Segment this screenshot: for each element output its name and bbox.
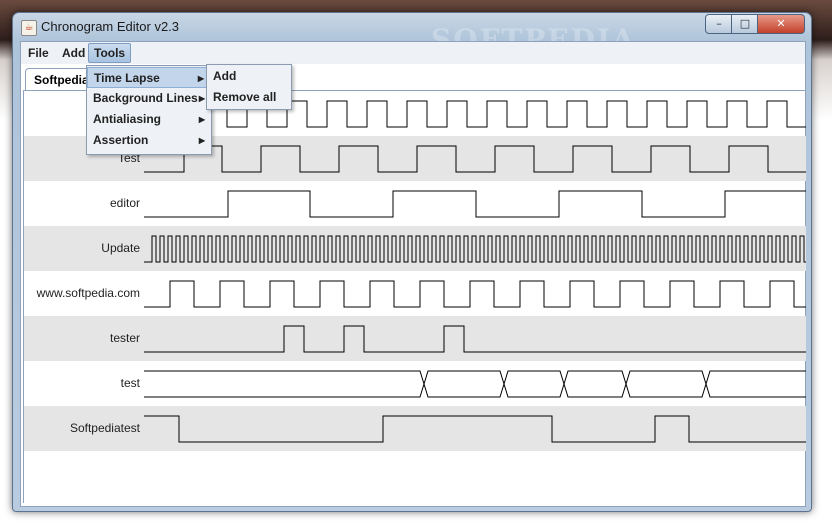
signal-row[interactable]: tester bbox=[24, 316, 806, 361]
signal-row[interactable]: test bbox=[24, 361, 806, 406]
waveform-line bbox=[144, 370, 806, 398]
java-app-icon: ☕ bbox=[21, 20, 37, 36]
tools-dropdown: Time Lapse ▶ Background Lines ▶ Antialia… bbox=[86, 65, 212, 155]
menu-item-time-lapse[interactable]: Time Lapse ▶ bbox=[87, 67, 211, 88]
waveform-line bbox=[144, 190, 806, 218]
submenu-item-remove-all[interactable]: Remove all bbox=[213, 87, 276, 108]
menu-file[interactable]: File bbox=[23, 44, 54, 62]
submenu-arrow-icon: ▶ bbox=[197, 74, 204, 83]
signal-row[interactable]: editor bbox=[24, 181, 806, 226]
submenu-arrow-icon: ▶ bbox=[198, 115, 205, 124]
menu-add[interactable]: Add bbox=[57, 44, 90, 62]
signal-waveform[interactable] bbox=[24, 226, 806, 271]
title-bar[interactable]: ☕ Chronogram Editor v2.3 SOFTPEDIA – □ ✕ bbox=[13, 13, 811, 56]
signal-row[interactable]: Softpediatest bbox=[24, 406, 806, 451]
menu-item-background-lines[interactable]: Background Lines ▶ bbox=[87, 88, 211, 109]
minimize-button[interactable]: – bbox=[705, 14, 733, 34]
tab-softpedia[interactable]: Softpedia bbox=[25, 68, 91, 90]
window-title: Chronogram Editor v2.3 bbox=[41, 19, 180, 34]
close-button[interactable]: ✕ bbox=[757, 14, 805, 34]
waveform-line bbox=[144, 280, 806, 308]
signal-waveform[interactable] bbox=[24, 271, 806, 316]
menu-tools[interactable]: Tools bbox=[88, 43, 132, 63]
signal-waveform[interactable] bbox=[24, 406, 806, 451]
maximize-button[interactable]: □ bbox=[731, 14, 759, 34]
waveform-line bbox=[144, 145, 806, 173]
waveform-line bbox=[144, 325, 806, 353]
submenu-arrow-icon: ▶ bbox=[198, 94, 205, 103]
signal-row[interactable]: Update bbox=[24, 226, 806, 271]
submenu-arrow-icon: ▶ bbox=[198, 136, 205, 145]
signal-waveform[interactable] bbox=[24, 361, 806, 406]
waveform-line bbox=[144, 370, 806, 398]
signal-waveform[interactable] bbox=[24, 181, 806, 226]
submenu-item-add[interactable]: Add bbox=[213, 66, 236, 87]
waveform-line bbox=[144, 235, 806, 263]
time-lapse-submenu: Add Remove all bbox=[206, 64, 292, 110]
menu-item-assertion[interactable]: Assertion ▶ bbox=[87, 130, 211, 151]
signal-row[interactable]: www.softpedia.com bbox=[24, 271, 806, 316]
menu-item-antialiasing[interactable]: Antialiasing ▶ bbox=[87, 109, 211, 130]
menu-bar: File Add Tools bbox=[21, 42, 805, 65]
waveform-line bbox=[144, 415, 806, 443]
signal-waveform[interactable] bbox=[24, 316, 806, 361]
